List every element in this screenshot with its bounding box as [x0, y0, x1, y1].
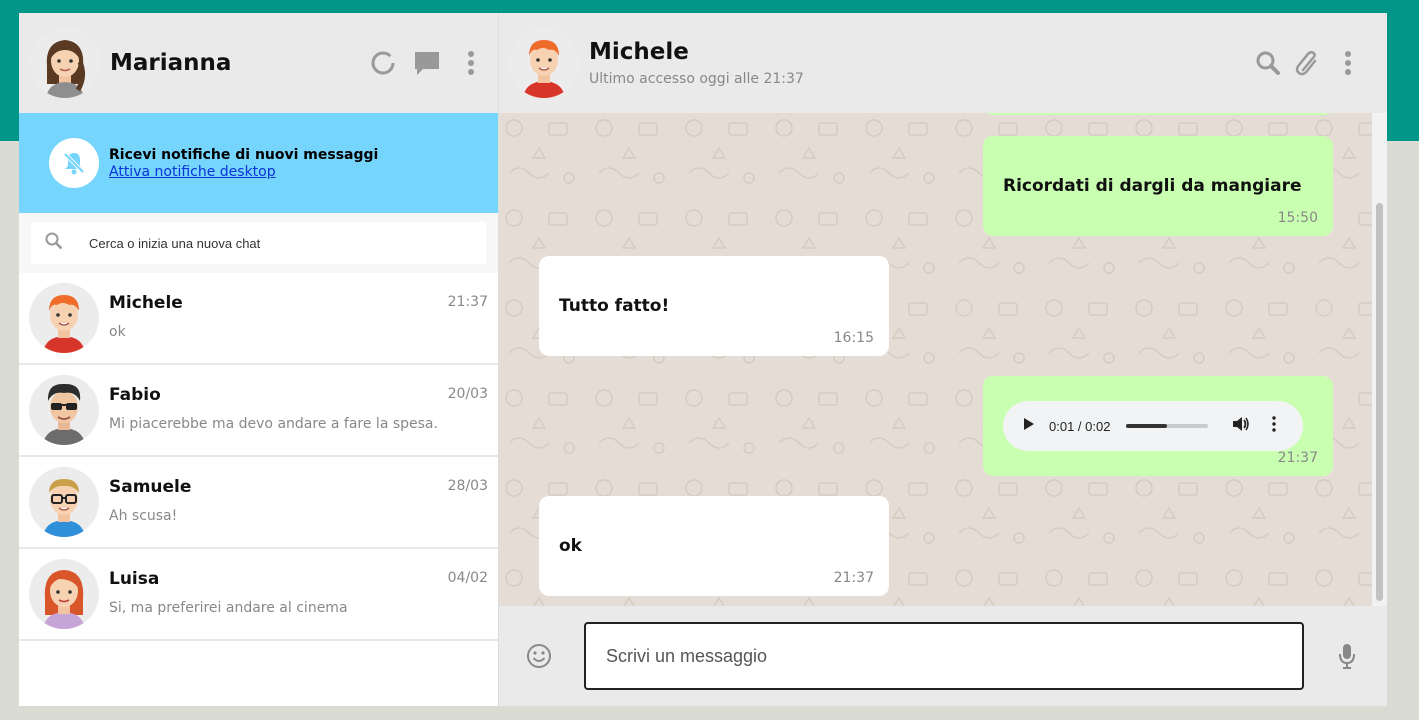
- avatar: [29, 375, 99, 445]
- audio-progress-bar[interactable]: [1126, 424, 1209, 428]
- audio-player[interactable]: 0:01 / 0:02: [1003, 401, 1303, 451]
- chat-item-fabio[interactable]: Fabio Mi piacerebbe ma devo andare a far…: [19, 365, 498, 457]
- chat-last-message: ok: [109, 324, 126, 340]
- chat-last-message: Mi piacerebbe ma devo andare a fare la s…: [109, 416, 438, 432]
- message-time: 21:37: [833, 570, 874, 586]
- new-chat-icon[interactable]: [412, 48, 442, 78]
- message-text: Ricordati di dargli da mangiare: [1003, 176, 1302, 196]
- search-input[interactable]: [89, 235, 389, 251]
- emoji-icon[interactable]: [524, 641, 554, 671]
- search-box[interactable]: [31, 222, 486, 264]
- chat-time: 21:37: [447, 294, 488, 310]
- my-avatar[interactable]: [30, 28, 100, 98]
- message-text: Tutto fatto!: [559, 296, 670, 316]
- chat-list: Michele ok 21:37 Fabio Mi piacerebbe ma …: [19, 273, 498, 706]
- play-icon[interactable]: [1023, 417, 1035, 436]
- chat-last-message: Ah scusa!: [109, 508, 178, 524]
- message-scrollbar[interactable]: [1372, 113, 1387, 606]
- message-time: 21:37: [1277, 450, 1318, 466]
- menu-dots-icon[interactable]: [1333, 48, 1363, 78]
- conversation-panel: Michele Ultimo accesso oggi alle 21:37 R…: [498, 13, 1387, 706]
- search-icon: [45, 232, 63, 255]
- attach-icon[interactable]: [1293, 48, 1323, 78]
- volume-icon[interactable]: [1232, 416, 1250, 437]
- chat-item-michele[interactable]: Michele ok 21:37: [19, 273, 498, 365]
- contact-avatar[interactable]: [509, 28, 579, 98]
- microphone-icon[interactable]: [1332, 641, 1362, 671]
- chat-last-message: Si, ma preferirei andare al cinema: [109, 600, 348, 616]
- message-text: ok: [559, 536, 582, 556]
- message-composer: [499, 606, 1387, 706]
- chat-time: 04/02: [447, 570, 488, 586]
- search-area: [19, 213, 498, 273]
- message-area[interactable]: Ricordati di dargli da mangiare 15:50 Tu…: [499, 113, 1387, 606]
- chat-name: Fabio: [109, 385, 161, 405]
- sidebar: Marianna Ricevi notifiche di nuovi messa…: [19, 13, 498, 706]
- message-bubble-received: ok 21:37: [539, 496, 889, 596]
- message-time: 15:50: [1277, 210, 1318, 226]
- message-bubble-partial: [983, 113, 1333, 115]
- audio-time: 0:01 / 0:02: [1049, 418, 1111, 434]
- message-bubble-audio: 0:01 / 0:02 21:37: [983, 376, 1333, 476]
- muted-bell-icon: [49, 138, 99, 188]
- enable-notifications-link[interactable]: Attiva notifiche desktop: [109, 164, 378, 180]
- message-time: 16:15: [833, 330, 874, 346]
- audio-progress-fill: [1126, 424, 1168, 428]
- notification-banner: Ricevi notifiche di nuovi messaggi Attiv…: [19, 113, 498, 213]
- chat-item-samuele[interactable]: Samuele Ah scusa! 28/03: [19, 457, 498, 549]
- my-name: Marianna: [110, 50, 232, 76]
- notification-title: Ricevi notifiche di nuovi messaggi: [109, 146, 379, 163]
- search-icon[interactable]: [1253, 48, 1283, 78]
- message-input[interactable]: [584, 622, 1304, 690]
- message-bubble-sent: Ricordati di dargli da mangiare 15:50: [983, 136, 1333, 236]
- conversation-header: Michele Ultimo accesso oggi alle 21:37: [499, 13, 1387, 113]
- audio-menu-icon[interactable]: [1272, 415, 1277, 437]
- chat-item-luisa[interactable]: Luisa Si, ma preferirei andare al cinema…: [19, 549, 498, 641]
- chat-app: Marianna Ricevi notifiche di nuovi messa…: [19, 13, 1387, 706]
- avatar: [29, 283, 99, 353]
- status-icon[interactable]: [368, 48, 398, 78]
- scrollbar-thumb[interactable]: [1376, 203, 1383, 601]
- avatar: [29, 559, 99, 629]
- sidebar-header: Marianna: [19, 13, 498, 113]
- message-bubble-received: Tutto fatto! 16:15: [539, 256, 889, 356]
- avatar: [29, 467, 99, 537]
- chat-time: 28/03: [447, 478, 488, 494]
- chat-name: Luisa: [109, 569, 160, 589]
- chat-name: Samuele: [109, 477, 192, 497]
- menu-dots-icon[interactable]: [456, 48, 486, 78]
- contact-name: Michele: [589, 39, 689, 65]
- chat-time: 20/03: [447, 386, 488, 402]
- last-seen-status: Ultimo accesso oggi alle 21:37: [589, 71, 804, 87]
- chat-name: Michele: [109, 293, 183, 313]
